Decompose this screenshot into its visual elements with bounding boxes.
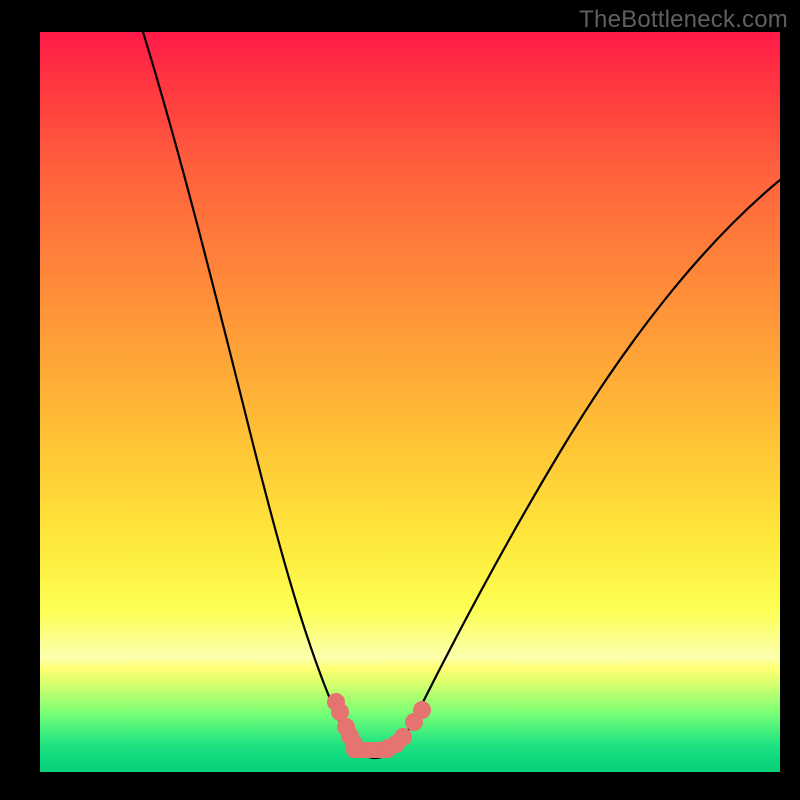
- marker-point: [394, 728, 412, 746]
- chart-frame: TheBottleneck.com: [0, 0, 800, 800]
- bottleneck-curve: [40, 32, 780, 772]
- watermark-text: TheBottleneck.com: [579, 6, 788, 34]
- marker-point: [413, 701, 431, 719]
- marker-point: [345, 735, 363, 753]
- curve-path: [143, 32, 780, 758]
- plot-area: [40, 32, 780, 772]
